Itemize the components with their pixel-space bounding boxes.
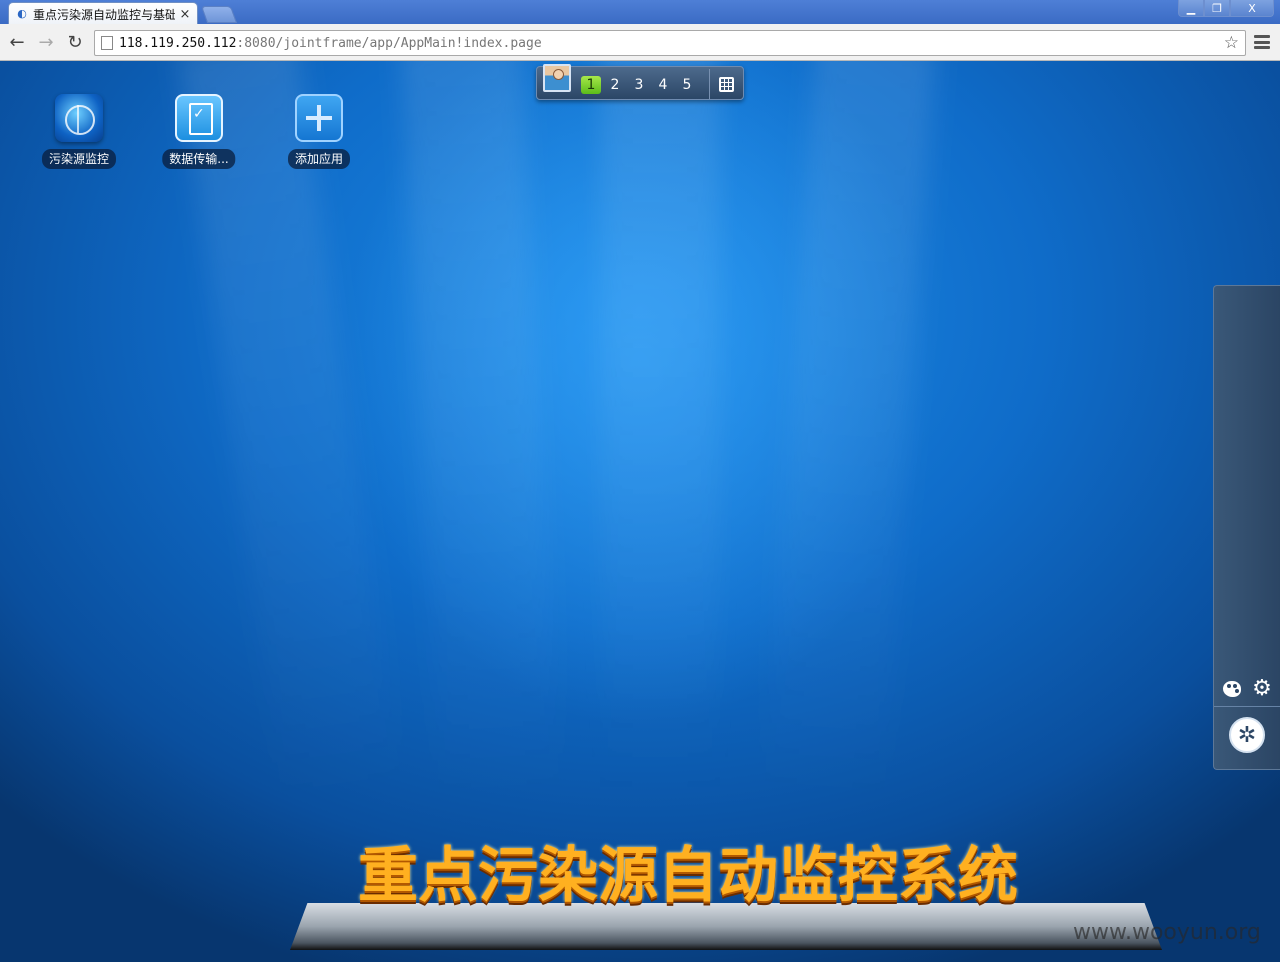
- globe-icon: [55, 94, 103, 142]
- menu-bar-icon: [1254, 40, 1270, 44]
- forward-button[interactable]: →: [34, 30, 58, 54]
- app-add-application[interactable]: 添加应用: [274, 92, 364, 172]
- desktop-page-5[interactable]: 5: [677, 76, 697, 94]
- start-menu-button[interactable]: ✲: [1229, 717, 1265, 753]
- ie-favicon-icon: ◐: [17, 7, 27, 20]
- gear-icon[interactable]: ⚙: [1250, 678, 1274, 702]
- restore-button[interactable]: ❐: [1204, 0, 1230, 17]
- desktop-page-2[interactable]: 2: [605, 76, 625, 94]
- address-bar[interactable]: 118.119.250.112:8080/jointframe/app/AppM…: [94, 30, 1246, 56]
- menu-bar-icon: [1254, 35, 1270, 38]
- reload-button[interactable]: ↻: [63, 30, 87, 54]
- page-icon: [101, 36, 113, 50]
- app-pollution-monitor[interactable]: 污染源监控: [34, 92, 124, 172]
- light-ray: [177, 61, 403, 806]
- right-dock: ⚙ ✲: [1213, 285, 1280, 770]
- browser-tab[interactable]: ◐ 重点污染源自动监控与基础 ×: [8, 2, 198, 25]
- palette-icon[interactable]: [1220, 678, 1244, 702]
- system-title-banner: 重点污染源自动监控系统: [358, 841, 1018, 911]
- url-text[interactable]: 118.119.250.112:8080/jointframe/app/AppM…: [119, 36, 542, 51]
- url-path: :8080/jointframe/app/AppMain!index.page: [236, 35, 542, 51]
- grid-icon: [719, 76, 734, 92]
- dock-divider: [1214, 706, 1280, 707]
- start-icon: ✲: [1237, 722, 1257, 748]
- user-avatar[interactable]: [543, 64, 571, 92]
- close-window-button[interactable]: X: [1230, 0, 1274, 17]
- watermark: www.wooyun.org: [1073, 920, 1261, 945]
- web-desktop: 1 2 3 4 5 污染源监控 数据传输... 添加应用 ⚙ ✲ 重点污染源自动…: [0, 61, 1280, 962]
- all-apps-button[interactable]: [709, 69, 743, 99]
- close-tab-icon[interactable]: ×: [179, 7, 191, 22]
- browser-toolbar: ← → ↻ 118.119.250.112:8080/jointframe/ap…: [0, 24, 1280, 61]
- back-button[interactable]: ←: [5, 30, 29, 54]
- tab-title: 重点污染源自动监控与基础: [33, 7, 175, 22]
- app-label: 数据传输...: [162, 149, 236, 169]
- url-host: 118.119.250.112: [119, 35, 237, 51]
- window-controls: ▁ ❐ X: [1178, 0, 1274, 17]
- new-tab-button[interactable]: [200, 6, 238, 23]
- browser-menu-button[interactable]: [1254, 33, 1270, 51]
- light-ray: [763, 61, 937, 805]
- menu-bar-icon: [1254, 46, 1270, 49]
- app-label: 添加应用: [287, 149, 351, 169]
- light-ray: [600, 61, 720, 801]
- browser-titlebar: ◐ 重点污染源自动监控与基础 × ▁ ❐ X: [0, 0, 1280, 25]
- bookmark-star-icon[interactable]: ☆: [1224, 33, 1239, 53]
- desktop-page-1[interactable]: 1: [581, 76, 601, 94]
- desktop-page-4[interactable]: 4: [653, 76, 673, 94]
- app-label: 污染源监控: [41, 149, 117, 169]
- desktop-page-3[interactable]: 3: [629, 76, 649, 94]
- minimize-button[interactable]: ▁: [1178, 0, 1204, 17]
- add-icon: [295, 94, 343, 142]
- app-data-transfer[interactable]: 数据传输...: [154, 92, 244, 172]
- light-ray: [400, 61, 560, 804]
- desktop-pager: 1 2 3 4 5: [536, 64, 744, 100]
- clipboard-check-icon: [175, 94, 223, 142]
